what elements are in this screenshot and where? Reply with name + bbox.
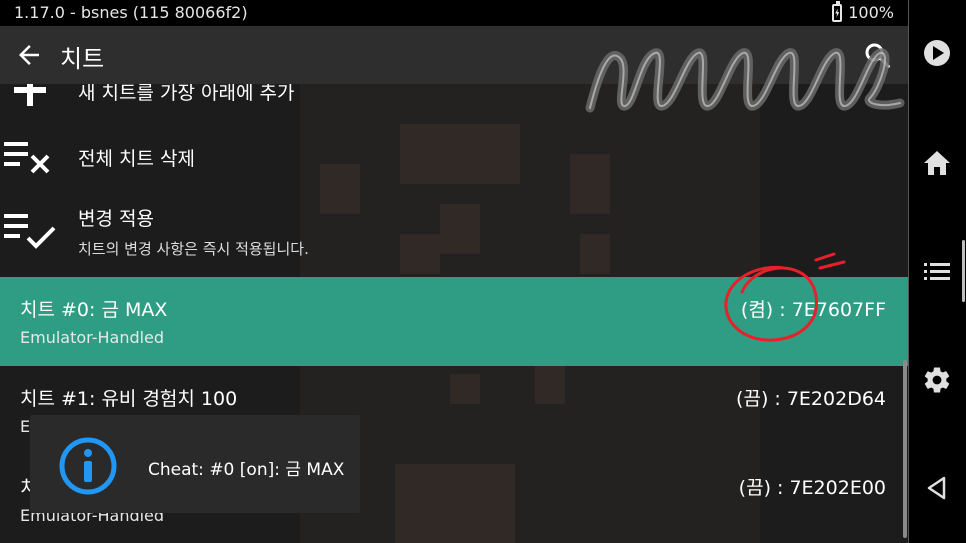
plus-icon (14, 84, 46, 106)
cheat-code: (끔) : 7E202E00 (738, 477, 886, 499)
arrow-left-icon[interactable] (14, 40, 44, 70)
app-version: 1.17.0 - bsnes (115 80066f2) (14, 3, 248, 22)
cheat-title: 치트 #0: 금 MAX (20, 299, 168, 321)
page-title: 치트 (60, 45, 105, 73)
menu-icon[interactable] (922, 257, 952, 287)
toast-message: Cheat: #0 [on]: 금 MAX (148, 460, 345, 480)
navigation-bar (908, 0, 966, 543)
delete-all-label: 전체 치트 삭제 (78, 148, 195, 170)
battery-icon (832, 0, 843, 22)
battery-indicator: 100% (832, 0, 894, 22)
clear-list-icon (4, 142, 50, 174)
cheat-title: 치트 #1: 유비 경험치 100 (20, 388, 238, 410)
cheat-code: (끔) : 7E202D64 (736, 388, 886, 410)
toast-notification: Cheat: #0 [on]: 금 MAX (30, 415, 360, 513)
apply-changes-label: 변경 적용 (78, 208, 154, 230)
check-list-icon (4, 214, 56, 249)
apply-changes-description: 치트의 변경 사항은 즉시 적용됩니다. (78, 240, 309, 258)
nav-divider (908, 0, 909, 543)
nav-edge-handle[interactable] (962, 240, 965, 302)
status-bar: 1.17.0 - bsnes (115 80066f2) 100% (0, 0, 908, 26)
add-cheat-label: 새 치트를 가장 아래에 추가 (78, 84, 295, 104)
scrollbar[interactable] (903, 360, 907, 538)
delete-all-row[interactable]: 전체 치트 삭제 (0, 134, 908, 184)
back-triangle-icon[interactable] (922, 473, 952, 503)
handwriting-overlay (585, 48, 905, 113)
settings-icon[interactable] (922, 365, 952, 395)
play-icon[interactable] (922, 38, 952, 68)
home-icon[interactable] (922, 148, 952, 178)
battery-percent: 100% (848, 3, 894, 22)
cheat-type: Emulator-Handled (20, 328, 165, 347)
cheat-type: E (20, 417, 31, 436)
red-circle-annotation (724, 252, 846, 342)
info-icon (59, 437, 117, 495)
